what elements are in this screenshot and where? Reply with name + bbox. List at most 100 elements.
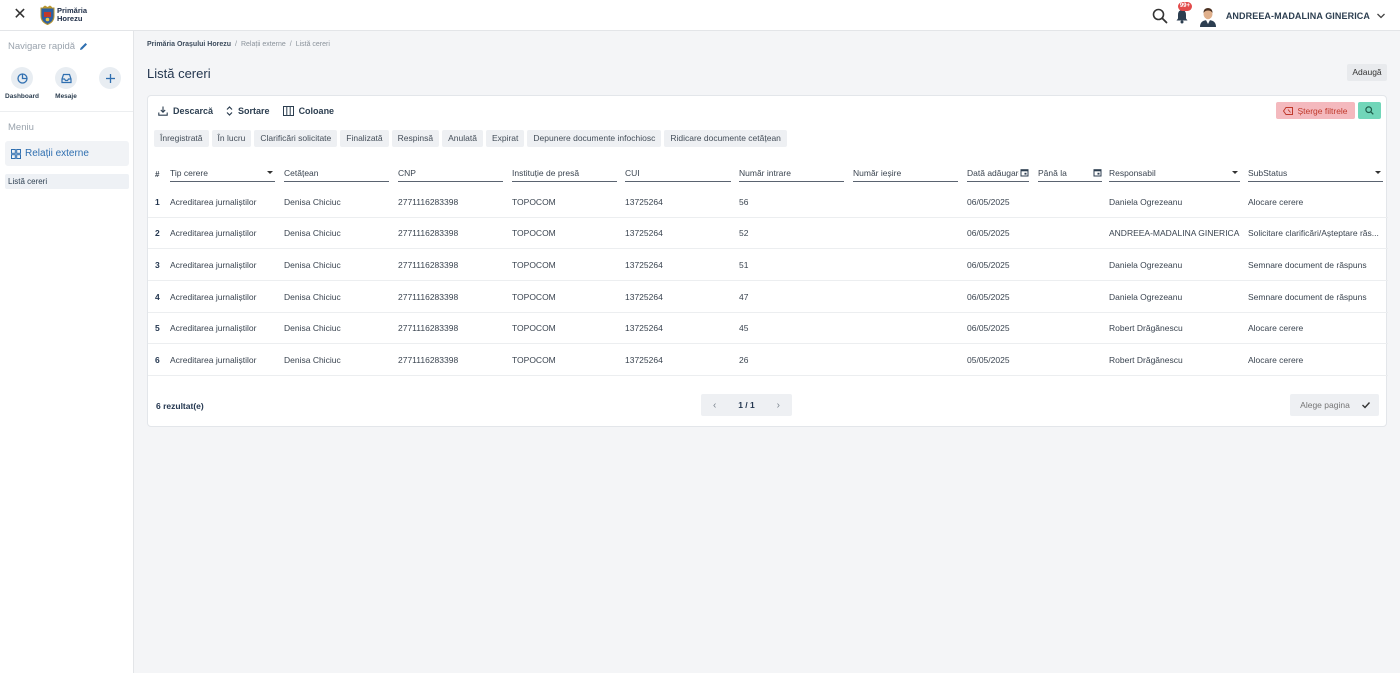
breadcrumb-section[interactable]: Relații externe [241, 41, 286, 48]
chevron-right-icon[interactable]: › [777, 400, 780, 411]
status-tab-clarificari[interactable]: Clarificări solicitate [254, 130, 338, 147]
clear-filters-button[interactable]: Șterge filtrele [1276, 102, 1355, 119]
column-header-index: # [155, 170, 160, 179]
column-filter-substatus[interactable]: SubStatus [1248, 164, 1383, 182]
column-filter-cnp[interactable]: CNP [398, 164, 503, 182]
cell-cnp: 2771116283398 [398, 196, 459, 207]
breadcrumb-separator: / [289, 41, 292, 48]
caret-down-icon[interactable] [267, 171, 273, 174]
cell-cetatean: Denisa Chiciuc [284, 323, 341, 334]
quick-item-dashboard[interactable]: Dashboard [2, 67, 42, 100]
table-row[interactable]: 3 Acreditarea jurnaliștilor Denisa Chici… [148, 249, 1388, 282]
cell-data-adaugare: 06/05/2025 [967, 291, 1010, 302]
column-filter-cetatean[interactable]: Cetățean [284, 164, 389, 182]
status-tab-in-lucru[interactable]: În lucru [211, 130, 252, 147]
user-name[interactable]: ANDREEA-MADALINA GINERICA [1226, 11, 1370, 21]
column-filter-pana-la[interactable]: Până la [1038, 164, 1102, 182]
calendar-icon[interactable] [1093, 168, 1102, 177]
inbox-icon [60, 73, 72, 83]
page-picker-input[interactable] [1290, 394, 1360, 416]
column-filter-data-adaugare[interactable]: Dată adăugare [967, 164, 1029, 182]
cell-numar-intrare: 45 [739, 323, 749, 334]
logo[interactable]: Primăria Horezu [40, 3, 87, 27]
status-tab-inregistrata[interactable]: Înregistrată [154, 130, 209, 147]
cell-responsabil: Daniela Ogrezeanu [1109, 259, 1183, 270]
search-button[interactable] [1358, 102, 1381, 119]
column-header-label: Instituție de presă [512, 167, 580, 178]
caret-down-icon[interactable] [1375, 171, 1381, 174]
menu-heading: Meniu [8, 122, 34, 133]
chevron-left-icon[interactable]: ‹ [713, 400, 716, 411]
column-header-label: Număr ieșire [853, 167, 902, 178]
column-filter-cui[interactable]: CUI [625, 164, 731, 182]
columns-label: Coloane [298, 106, 335, 116]
breadcrumb: Primăria Orașului Horezu / Relații externe… [147, 41, 330, 48]
status-tab-finalizata[interactable]: Finalizată [340, 130, 389, 147]
cell-pana-la [1038, 186, 1104, 217]
column-header-label: Număr intrare [739, 167, 791, 178]
chevron-down-icon[interactable] [1376, 11, 1386, 21]
calendar-icon[interactable] [1020, 168, 1029, 177]
table-row[interactable]: 6 Acreditarea jurnaliștilor Denisa Chici… [148, 344, 1388, 377]
cell-cetatean: Denisa Chiciuc [284, 196, 341, 207]
table-row[interactable]: 5 Acreditarea jurnaliștilor Denisa Chici… [148, 313, 1388, 345]
column-header-label: Cetățean [284, 167, 319, 178]
column-filter-responsabil[interactable]: Responsabil [1109, 164, 1240, 182]
quick-item-dashboard-button[interactable] [11, 67, 33, 89]
download-button[interactable]: Descarcă [158, 106, 213, 116]
cell-cnp: 2771116283398 [398, 259, 459, 270]
cell-substatus: Alocare cerere [1248, 196, 1304, 207]
column-filter-numar-iesire[interactable]: Număr ieșire [853, 164, 958, 182]
search-icon [1365, 106, 1374, 115]
sort-button[interactable]: Sortare [226, 106, 270, 116]
cell-data-adaugare: 06/05/2025 [967, 196, 1010, 207]
add-shortcut-button[interactable] [99, 67, 121, 89]
columns-button[interactable]: Coloane [282, 106, 335, 116]
cell-numar-iesire [853, 186, 961, 217]
coat-of-arms-icon [40, 5, 55, 25]
caret-down-icon[interactable] [1232, 171, 1238, 174]
sort-icon [226, 106, 233, 116]
cell-data-adaugare: 05/05/2025 [967, 354, 1010, 365]
status-tab-depunere-documente[interactable]: Depunere documente infochiosc [527, 130, 662, 147]
cell-cnp: 2771116283398 [398, 291, 459, 302]
notification-badge: 99+ [1177, 1, 1193, 11]
cell-institutie: TOPOCOM [512, 196, 556, 207]
column-filter-numar-intrare[interactable]: Număr intrare [739, 164, 844, 182]
quick-item-messages-button[interactable] [55, 67, 77, 89]
cell-pana-la [1038, 218, 1104, 249]
cell-numar-iesire [853, 249, 961, 280]
cell-cetatean: Denisa Chiciuc [284, 354, 341, 365]
quick-item-messages[interactable]: Mesaje [46, 67, 86, 100]
check-icon[interactable] [1360, 399, 1372, 411]
pagination: ‹ 1 / 1 › [701, 394, 792, 416]
cell-numar-intrare: 56 [739, 196, 749, 207]
sidebar: Navigare rapidă Dashboard Mesaje Meniu R… [0, 31, 134, 673]
table-row[interactable]: 4 Acreditarea jurnaliștilor Denisa Chici… [148, 281, 1388, 313]
sidebar-item-relatii-externe[interactable]: Relații externe [5, 141, 129, 166]
search-icon[interactable] [1152, 8, 1168, 24]
download-icon [158, 106, 168, 116]
status-tab-respinsa[interactable]: Respinsă [391, 130, 440, 147]
quick-item-add[interactable] [90, 67, 130, 89]
pencil-icon[interactable] [79, 42, 88, 51]
clear-filters-label: Șterge filtrele [1297, 105, 1348, 116]
cell-data-adaugare: 06/05/2025 [967, 228, 1010, 239]
cell-index: 1 [155, 196, 160, 207]
add-button[interactable]: Adaugă [1347, 64, 1387, 81]
column-filter-institutie-presa[interactable]: Instituție de presă [512, 164, 617, 182]
cell-institutie: TOPOCOM [512, 228, 556, 239]
cell-cnp: 2771116283398 [398, 354, 459, 365]
table-row[interactable]: 2 Acreditarea jurnaliștilor Denisa Chici… [148, 218, 1388, 250]
table-row[interactable]: 1 Acreditarea jurnaliștilor Denisa Chici… [148, 186, 1388, 218]
status-tab-ridicare-documente[interactable]: Ridicare documente cetățean [664, 130, 787, 147]
cell-numar-iesire [853, 313, 961, 344]
status-tab-expirat[interactable]: Expirat [485, 130, 525, 147]
column-filter-tip-cerere[interactable]: Tip cerere [170, 164, 275, 182]
avatar[interactable] [1197, 4, 1218, 27]
close-icon[interactable]: ✕ [13, 7, 27, 23]
notifications-button[interactable]: 99+ [1174, 1, 1193, 24]
status-tab-anulata[interactable]: Anulată [442, 130, 483, 147]
breadcrumb-root[interactable]: Primăria Orașului Horezu [147, 41, 231, 48]
sidebar-subitem-lista-cereri[interactable]: Listă cereri [5, 174, 129, 189]
